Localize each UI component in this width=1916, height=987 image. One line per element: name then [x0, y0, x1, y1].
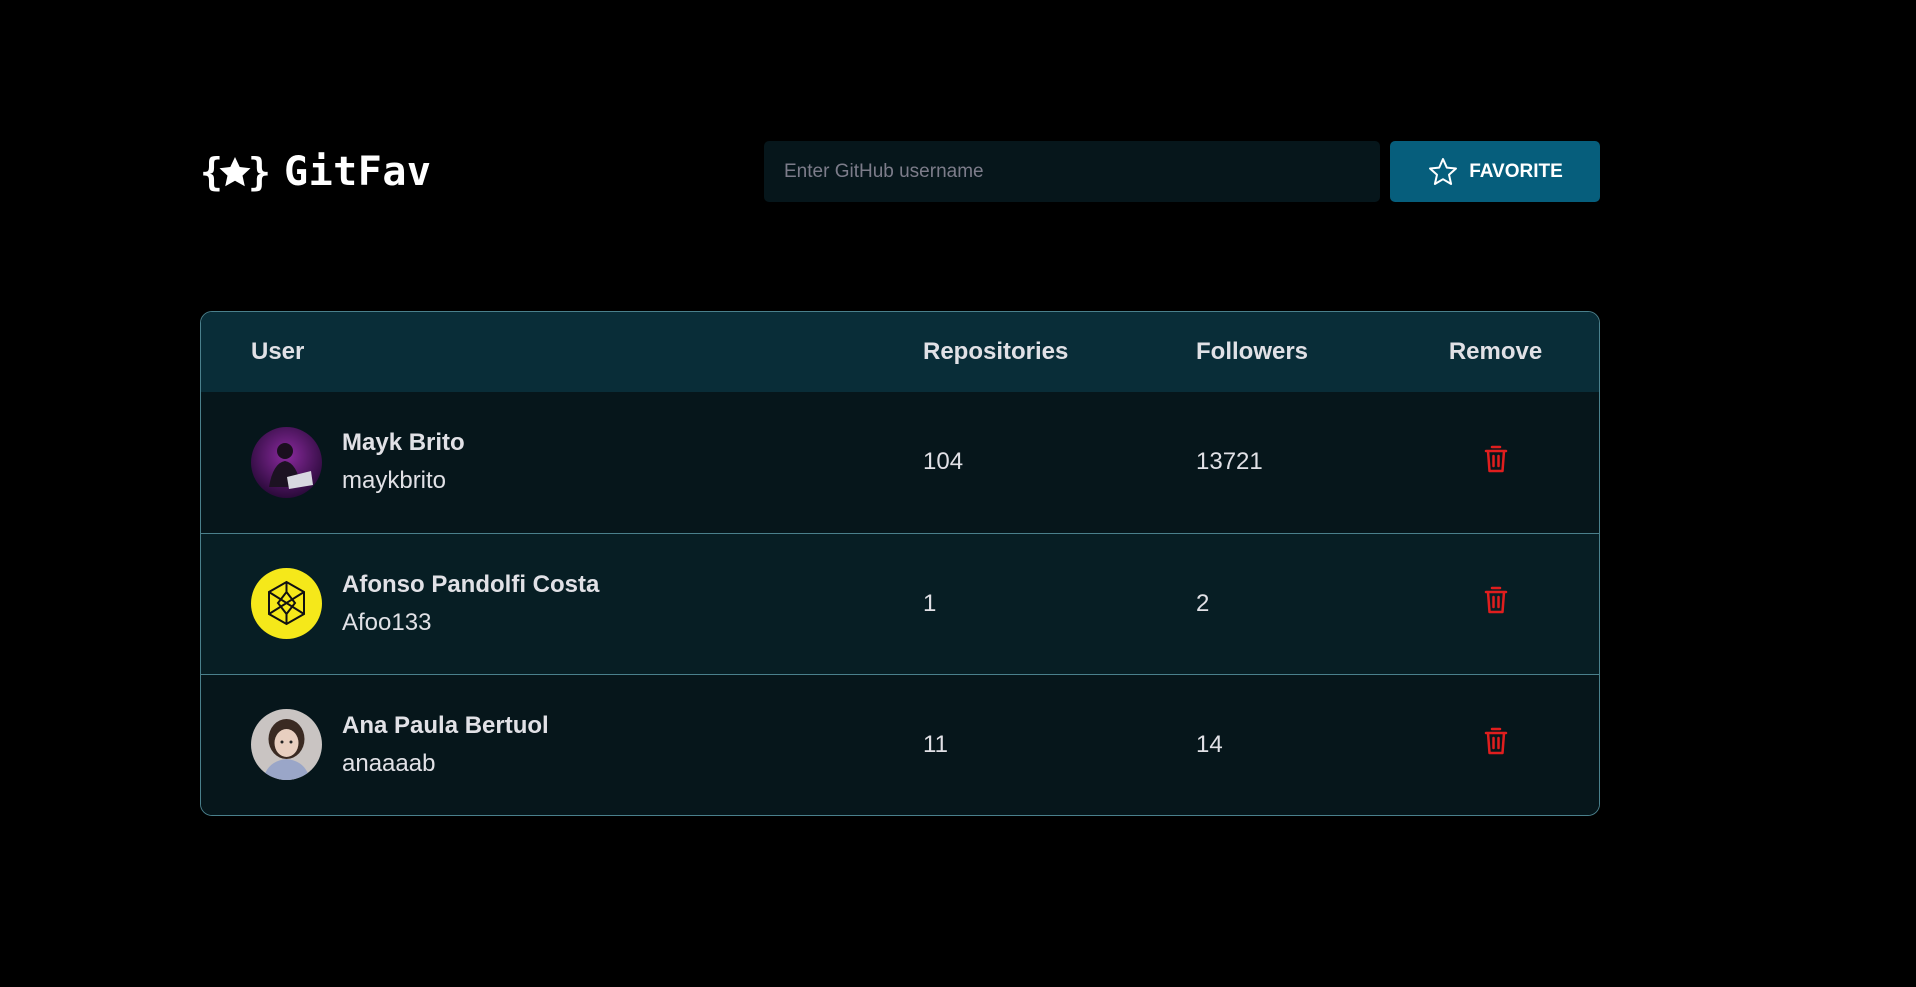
user-name: Mayk Brito [342, 429, 465, 457]
header-followers: Followers [1196, 338, 1309, 365]
gitfav-app: { } GitFav FAVORITE User Repositori [0, 0, 1916, 987]
trash-icon [1484, 445, 1507, 472]
app-title: GitFav [284, 148, 432, 195]
user-info: Afonso Pandolfi Costa Afoo133 [342, 571, 599, 637]
user-info: Ana Paula Bertuol anaaaab [342, 712, 549, 778]
user-name: Ana Paula Bertuol [342, 711, 549, 739]
svg-text:{: { [200, 150, 223, 194]
favorite-button-label: FAVORITE [1469, 160, 1563, 182]
logo: { } GitFav [200, 141, 432, 202]
svg-text:}: } [248, 150, 270, 194]
favorites-table: User Repositories Followers Remove Mayk … [200, 311, 1600, 816]
trash-icon [1484, 728, 1507, 755]
header-user: User [251, 338, 305, 365]
user-cell: Afonso Pandolfi Costa Afoo133 [201, 532, 923, 674]
remove-button[interactable] [1484, 727, 1508, 755]
repositories-cell: 1 [923, 532, 1196, 674]
trash-icon [1484, 586, 1507, 614]
username-input[interactable] [764, 141, 1380, 202]
user-login: Afoo133 [342, 608, 432, 636]
header-remove: Remove [1448, 338, 1543, 365]
table-row: Afonso Pandolfi Costa Afoo133 1 2 [201, 532, 1599, 674]
remove-cell [1432, 392, 1599, 533]
remove-button[interactable] [1484, 586, 1508, 614]
avatar [251, 568, 322, 639]
user-name: Afonso Pandolfi Costa [342, 570, 600, 598]
table-header-row: User Repositories Followers Remove [201, 312, 1599, 392]
avatar [251, 709, 322, 781]
table-row: Ana Paula Bertuol anaaaab 11 14 [201, 673, 1599, 815]
user[interactable]: Afonso Pandolfi Costa Afoo133 [251, 568, 923, 639]
header-repositories: Repositories [923, 338, 1069, 365]
user[interactable]: Ana Paula Bertuol anaaaab [251, 709, 923, 781]
top-bar: { } GitFav FAVORITE [200, 141, 1600, 202]
logo-star-icon: { } [200, 150, 270, 194]
remove-button[interactable] [1484, 445, 1508, 473]
user-info: Mayk Brito maykbrito [342, 429, 465, 495]
repositories-cell: 104 [923, 448, 964, 476]
user-login: maykbrito [342, 467, 447, 495]
followers-cell: 2 [1196, 532, 1432, 674]
followers-cell: 13721 [1196, 448, 1263, 476]
user-cell: Mayk Brito maykbrito [201, 392, 923, 533]
search-bar: FAVORITE [764, 141, 1600, 202]
remove-cell [1432, 532, 1599, 674]
user[interactable]: Mayk Brito maykbrito [251, 426, 923, 498]
table-row: Mayk Brito maykbrito 104 13721 [201, 392, 1599, 533]
repositories-cell: 11 [923, 673, 1196, 815]
followers-cell: 14 [1196, 673, 1432, 815]
favorite-button[interactable]: FAVORITE [1390, 141, 1600, 202]
user-login: anaaaab [342, 749, 436, 777]
star-outline-icon [1429, 157, 1458, 185]
avatar [251, 426, 322, 498]
user-cell: Ana Paula Bertuol anaaaab [201, 673, 923, 815]
remove-cell [1432, 673, 1599, 815]
